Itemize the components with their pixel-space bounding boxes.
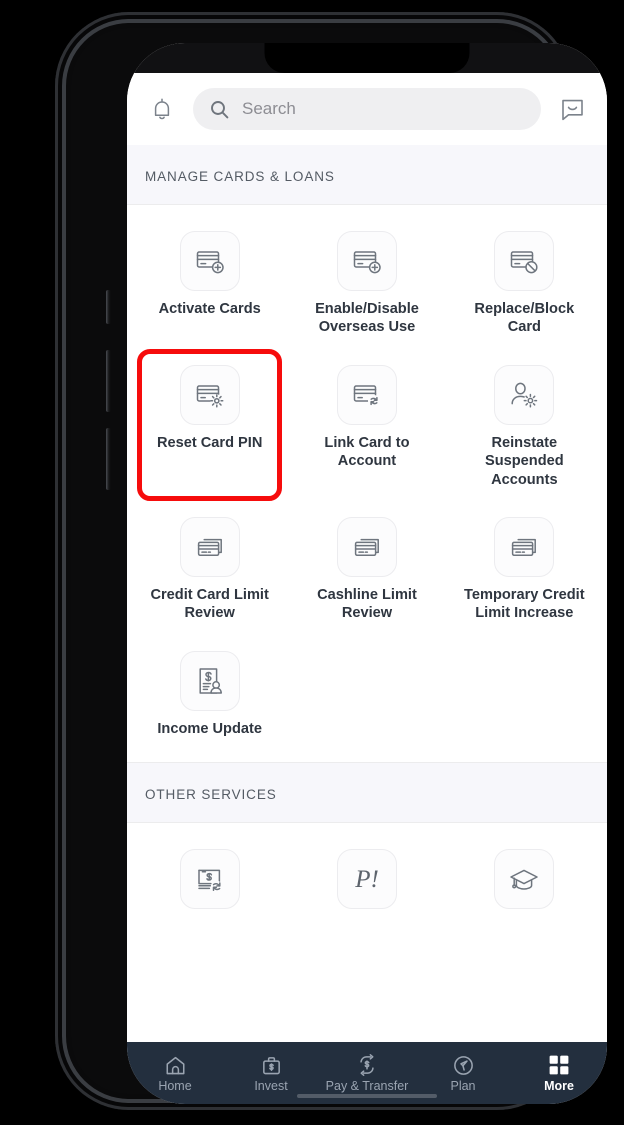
- nav-label: Pay & Transfer: [325, 1079, 409, 1094]
- notifications-button[interactable]: [143, 90, 181, 128]
- card-refresh-icon: [350, 378, 384, 412]
- tile-activate-cards[interactable]: Activate Cards: [131, 219, 288, 351]
- tile-icon-wrapper: [336, 231, 397, 291]
- tile-link-card-to-account[interactable]: Link Card to Account: [288, 353, 445, 503]
- tile-label: Income Update: [157, 720, 262, 737]
- chat-button[interactable]: [553, 90, 591, 128]
- nav-label: Home: [158, 1079, 192, 1094]
- phone-screen-glass: Search MANAGE CARDS & LOANS Activate Car…: [127, 43, 607, 1104]
- device-notch: [264, 43, 470, 73]
- volume-down-button[interactable]: [106, 428, 111, 490]
- cheque-refresh-icon: [193, 862, 227, 896]
- bell-icon: [149, 96, 175, 122]
- tile-paylah[interactable]: P!: [288, 837, 445, 932]
- nav-label: More: [544, 1079, 574, 1094]
- tile-label: Enable/Disable Overseas Use: [315, 301, 419, 336]
- tile-label: Link Card to Account: [324, 434, 410, 470]
- transfer-icon: [354, 1053, 380, 1077]
- tile-label: Replace/Block Card: [474, 301, 575, 336]
- app-screen: Search MANAGE CARDS & LOANS Activate Car…: [127, 43, 607, 1104]
- compass-icon: [452, 1053, 475, 1077]
- card-gear-icon: [193, 378, 227, 412]
- tile-icon-wrapper: [179, 650, 240, 711]
- card-plus-icon: [193, 244, 227, 278]
- tile-label: Temporary Credit Limit Increase: [464, 586, 585, 622]
- tile-education[interactable]: [446, 837, 603, 932]
- grid-icon: [547, 1053, 571, 1077]
- svg-text:P!: P!: [354, 866, 379, 893]
- section-header-other-services: OTHER SERVICES: [127, 762, 607, 823]
- volume-up-button[interactable]: [106, 350, 111, 412]
- mute-switch[interactable]: [106, 290, 111, 324]
- tile-income-update[interactable]: Income Update: [131, 639, 288, 752]
- card-plus-icon: [350, 244, 384, 278]
- tile-icon-wrapper: [179, 849, 240, 909]
- card-block-icon: [507, 244, 541, 278]
- search-icon: [209, 99, 230, 120]
- home-indicator: [297, 1094, 437, 1098]
- tile-replace-block-card[interactable]: Replace/Block Card: [446, 219, 603, 351]
- tile-reinstate-suspended-accounts[interactable]: Reinstate Suspended Accounts: [446, 353, 603, 503]
- graduation-cap-icon: [507, 862, 541, 896]
- tile-icon-wrapper: [179, 364, 240, 425]
- grid-manage-cards-loans: Activate Cards Enable/Disable Overseas U…: [127, 205, 607, 762]
- nav-item-more[interactable]: More: [511, 1053, 607, 1093]
- chat-bubble-icon: [559, 96, 586, 123]
- person-gear-icon: [507, 378, 541, 412]
- tile-credit-card-limit-review[interactable]: Credit Card Limit Review: [131, 505, 288, 637]
- tile-enable-disable-overseas-use[interactable]: Enable/Disable Overseas Use: [288, 219, 445, 351]
- search-bar[interactable]: Search: [193, 88, 541, 130]
- tile-icon-wrapper: [179, 516, 240, 577]
- nav-item-pay-transfer[interactable]: Pay & Transfer: [319, 1053, 415, 1093]
- income-document-icon: [193, 664, 227, 698]
- briefcase-icon: [260, 1053, 283, 1077]
- screenshot-root: Search MANAGE CARDS & LOANS Activate Car…: [0, 0, 624, 1125]
- cards-stack-icon: [193, 530, 227, 564]
- app-header: Search: [127, 73, 607, 145]
- tile-icon-wrapper: [336, 516, 397, 577]
- nav-label: Plan: [450, 1079, 476, 1094]
- tile-label: Credit Card Limit Review: [150, 586, 269, 622]
- phone-device-frame: Search MANAGE CARDS & LOANS Activate Car…: [55, 12, 607, 1110]
- tile-label: Cashline Limit Review: [317, 586, 417, 622]
- tile-icon-wrapper: [336, 364, 397, 425]
- tile-icon-wrapper: [494, 231, 555, 291]
- home-icon: [164, 1053, 187, 1077]
- tile-label: Activate Cards: [158, 301, 261, 317]
- nav-label: Invest: [254, 1079, 288, 1094]
- cards-stack-icon: [350, 530, 384, 564]
- nav-item-plan[interactable]: Plan: [415, 1053, 511, 1093]
- nav-item-home[interactable]: Home: [127, 1053, 223, 1093]
- section-header-manage-cards-loans: MANAGE CARDS & LOANS: [127, 145, 607, 205]
- paylah-icon: P!: [350, 862, 384, 896]
- tile-label: Reinstate Suspended Accounts: [484, 434, 564, 488]
- tile-icon-wrapper: [494, 849, 555, 909]
- tile-reset-card-pin[interactable]: Reset Card PIN: [131, 348, 288, 503]
- tile-icon-wrapper: [179, 231, 240, 291]
- tile-icon-wrapper: P!: [336, 849, 397, 909]
- scroll-content[interactable]: MANAGE CARDS & LOANS Activate Cards Enab…: [127, 145, 607, 1042]
- tile-icon-wrapper: [494, 364, 555, 425]
- cards-stack-icon: [507, 530, 541, 564]
- nav-item-invest[interactable]: Invest: [223, 1053, 319, 1093]
- tile-icon-wrapper: [494, 516, 555, 577]
- tile-temporary-credit-limit-increase[interactable]: Temporary Credit Limit Increase: [446, 505, 603, 637]
- search-input[interactable]: Search: [242, 99, 296, 119]
- tile-cashline-limit-review[interactable]: Cashline Limit Review: [288, 505, 445, 637]
- grid-other-services: P!: [127, 823, 607, 942]
- tile-cheque-services[interactable]: [131, 837, 288, 932]
- tile-label: Reset Card PIN: [156, 434, 263, 451]
